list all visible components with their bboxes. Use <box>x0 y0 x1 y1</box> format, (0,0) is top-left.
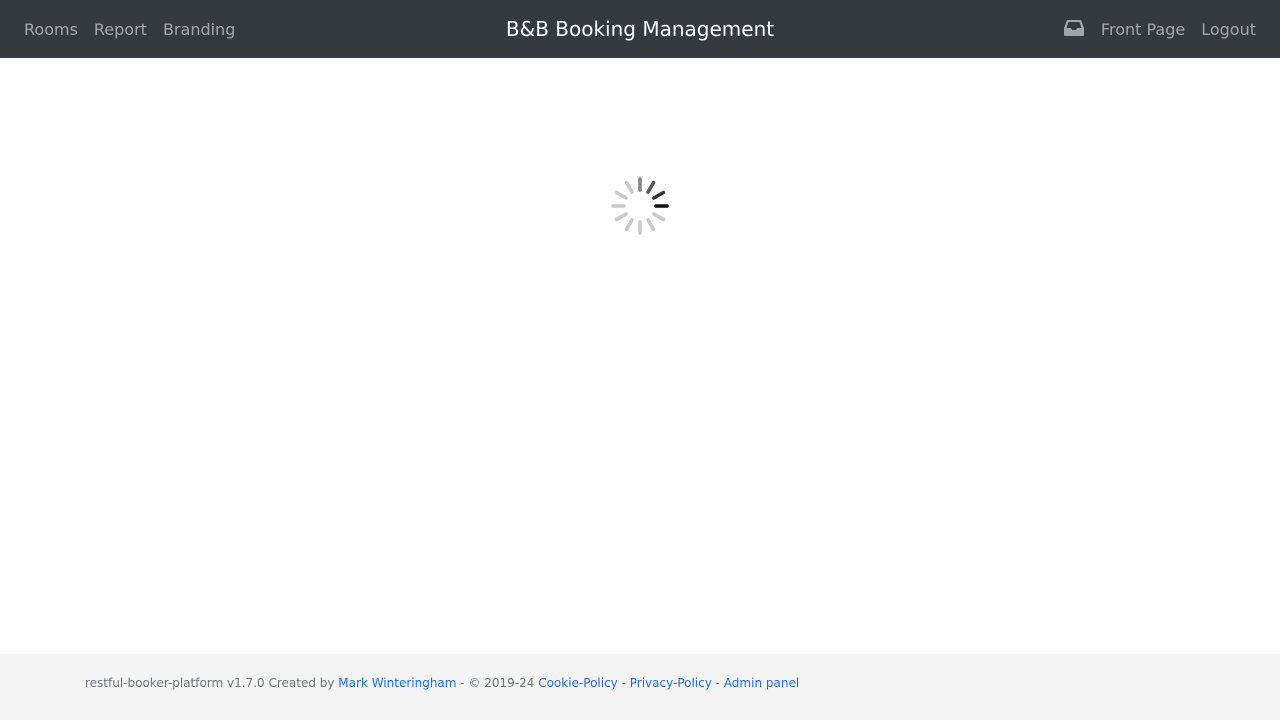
spinner-spoke <box>614 190 628 200</box>
inbox-icon[interactable] <box>1063 19 1085 37</box>
footer-sep-3: - <box>711 676 724 690</box>
nav-report-link[interactable]: Report <box>94 20 147 39</box>
privacy-policy-link[interactable]: Privacy-Policy <box>630 676 712 690</box>
spinner-spoke <box>646 218 656 232</box>
admin-panel-link[interactable]: Admin panel <box>724 676 799 690</box>
author-link[interactable]: Mark Winteringham <box>338 676 456 690</box>
nav-rooms-link[interactable]: Rooms <box>24 20 78 39</box>
nav-front-page-link[interactable]: Front Page <box>1101 20 1185 39</box>
footer-sep-1: - © 2019-24 <box>456 676 539 690</box>
cookie-policy-link[interactable]: Cookie-Policy <box>538 676 618 690</box>
nav-logout-link[interactable]: Logout <box>1201 20 1256 39</box>
brand-title[interactable]: B&B Booking Management <box>506 17 774 41</box>
nav-branding-link[interactable]: Branding <box>163 20 235 39</box>
spinner-spoke <box>646 180 656 194</box>
spinner-spoke <box>624 180 634 194</box>
loading-spinner-icon <box>609 175 671 237</box>
spinner-spoke <box>652 190 666 200</box>
nav-left-group: Rooms Report Branding <box>24 0 251 58</box>
footer: restful-booker-platform v1.7.0 Created b… <box>0 654 1280 720</box>
footer-prefix: restful-booker-platform v1.7.0 Created b… <box>85 676 339 690</box>
spinner-spoke <box>614 212 628 222</box>
nav-right-group: Front Page Logout <box>1063 0 1256 58</box>
footer-text: restful-booker-platform v1.7.0 Created b… <box>85 676 799 690</box>
top-navbar: Rooms Report Branding B&B Booking Manage… <box>0 0 1280 58</box>
spinner-spoke <box>652 212 666 222</box>
footer-sep-2: - <box>617 676 630 690</box>
spinner-spoke <box>624 218 634 232</box>
